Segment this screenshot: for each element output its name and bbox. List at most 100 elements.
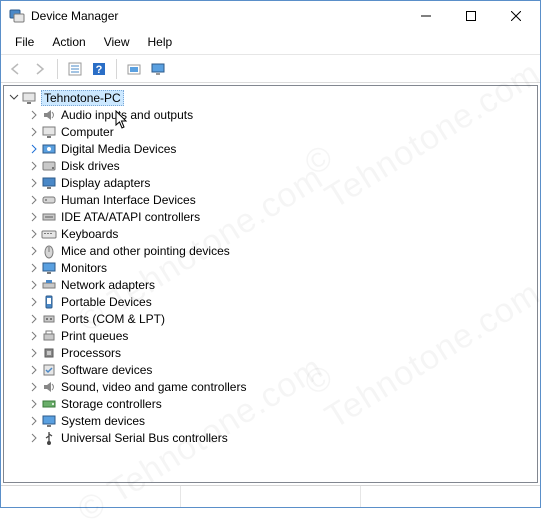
tree-item[interactable]: Digital Media Devices: [7, 140, 536, 157]
network-icon: [41, 277, 57, 293]
toolbar: ?: [1, 55, 540, 83]
tree-item[interactable]: IDE ATA/ATAPI controllers: [7, 208, 536, 225]
tree-item-label: Ports (COM & LPT): [61, 312, 165, 326]
svg-text:?: ?: [96, 64, 103, 76]
maximize-button[interactable]: [448, 2, 493, 30]
tree-item-label: Software devices: [61, 363, 152, 377]
expander-icon[interactable]: [27, 195, 41, 205]
expander-icon[interactable]: [7, 93, 21, 103]
tree-item[interactable]: Portable Devices: [7, 293, 536, 310]
tree-item[interactable]: Monitors: [7, 259, 536, 276]
expander-icon[interactable]: [27, 263, 41, 273]
tree-item[interactable]: Sound, video and game controllers: [7, 378, 536, 395]
expander-icon[interactable]: [27, 229, 41, 239]
content-area: Tehnotone-PC Audio inputs and outputs Com…: [1, 83, 540, 485]
tree-item[interactable]: Disk drives: [7, 157, 536, 174]
toolbar-properties-button[interactable]: [64, 58, 86, 80]
ports-icon: [41, 311, 57, 327]
portable-icon: [41, 294, 57, 310]
toolbar-show-button[interactable]: [147, 58, 169, 80]
tree-item[interactable]: Universal Serial Bus controllers: [7, 429, 536, 446]
menu-action[interactable]: Action: [44, 32, 93, 52]
tree-item[interactable]: Ports (COM & LPT): [7, 310, 536, 327]
expander-icon[interactable]: [27, 297, 41, 307]
tree-item[interactable]: Print queues: [7, 327, 536, 344]
expander-icon[interactable]: [27, 127, 41, 137]
menu-file[interactable]: File: [7, 32, 42, 52]
tree-item-label: System devices: [61, 414, 145, 428]
tree-item[interactable]: Audio inputs and outputs: [7, 106, 536, 123]
tree-item-label: Computer: [61, 125, 114, 139]
tree-root-label: Tehnotone-PC: [41, 90, 124, 106]
statusbar-cell: [1, 486, 181, 507]
tree-item[interactable]: Storage controllers: [7, 395, 536, 412]
usb-icon: [41, 430, 57, 446]
arrow-right-icon: [32, 62, 48, 76]
speaker-icon: [41, 107, 57, 123]
tree-item[interactable]: System devices: [7, 412, 536, 429]
window-controls: [403, 2, 538, 30]
storage-icon: [41, 396, 57, 412]
monitor-icon: [150, 61, 166, 77]
expander-icon[interactable]: [27, 161, 41, 171]
expander-icon[interactable]: [27, 246, 41, 256]
monitor-icon: [41, 260, 57, 276]
tree-item-label: Storage controllers: [61, 397, 162, 411]
hid-icon: [41, 192, 57, 208]
device-tree[interactable]: Tehnotone-PC Audio inputs and outputs Com…: [5, 87, 536, 448]
expander-icon[interactable]: [27, 314, 41, 324]
printer-icon: [41, 328, 57, 344]
tree-item[interactable]: Processors: [7, 344, 536, 361]
tree-item[interactable]: Display adapters: [7, 174, 536, 191]
menu-help[interactable]: Help: [140, 32, 181, 52]
expander-icon[interactable]: [27, 110, 41, 120]
system-icon: [41, 413, 57, 429]
tree-item-label: Keyboards: [61, 227, 118, 241]
sound-icon: [41, 379, 57, 395]
close-button[interactable]: [493, 2, 538, 30]
expander-icon[interactable]: [27, 399, 41, 409]
arrow-left-icon: [8, 62, 24, 76]
tree-item-label: Portable Devices: [61, 295, 152, 309]
toolbar-help-button[interactable]: ?: [88, 58, 110, 80]
expander-icon[interactable]: [27, 365, 41, 375]
tree-item-label: Display adapters: [61, 176, 150, 190]
titlebar: Device Manager: [1, 1, 540, 31]
tree-container: Tehnotone-PC Audio inputs and outputs Com…: [3, 85, 538, 483]
menu-view[interactable]: View: [96, 32, 138, 52]
tree-item[interactable]: Network adapters: [7, 276, 536, 293]
expander-icon[interactable]: [27, 416, 41, 426]
tree-item-label: Print queues: [61, 329, 128, 343]
minimize-button[interactable]: [403, 2, 448, 30]
expander-icon[interactable]: [27, 382, 41, 392]
expander-icon[interactable]: [27, 348, 41, 358]
tree-item-label: Human Interface Devices: [61, 193, 196, 207]
toolbar-separator: [116, 59, 117, 79]
tree-item-label: Universal Serial Bus controllers: [61, 431, 228, 445]
expander-icon[interactable]: [27, 178, 41, 188]
toolbar-back-button[interactable]: [5, 58, 27, 80]
expander-icon[interactable]: [27, 144, 41, 154]
tree-item[interactable]: Human Interface Devices: [7, 191, 536, 208]
window-title: Device Manager: [31, 9, 403, 23]
toolbar-forward-button[interactable]: [29, 58, 51, 80]
expander-icon[interactable]: [27, 331, 41, 341]
tree-children: Audio inputs and outputs ComputerDigital …: [7, 106, 536, 446]
tree-item-label: IDE ATA/ATAPI controllers: [61, 210, 200, 224]
expander-icon[interactable]: [27, 433, 41, 443]
statusbar-cell: [181, 486, 361, 507]
tree-item[interactable]: Mice and other pointing devices: [7, 242, 536, 259]
display-icon: [41, 175, 57, 191]
media-icon: [41, 141, 57, 157]
expander-icon[interactable]: [27, 280, 41, 290]
app-icon: [9, 8, 25, 24]
ide-icon: [41, 209, 57, 225]
toolbar-scan-button[interactable]: [123, 58, 145, 80]
tree-item-label: Audio inputs and outputs: [61, 108, 193, 122]
expander-icon[interactable]: [27, 212, 41, 222]
tree-item[interactable]: Keyboards: [7, 225, 536, 242]
tree-root[interactable]: Tehnotone-PC: [7, 89, 536, 106]
keyboard-icon: [41, 226, 57, 242]
tree-item[interactable]: Computer: [7, 123, 536, 140]
tree-item[interactable]: Software devices: [7, 361, 536, 378]
